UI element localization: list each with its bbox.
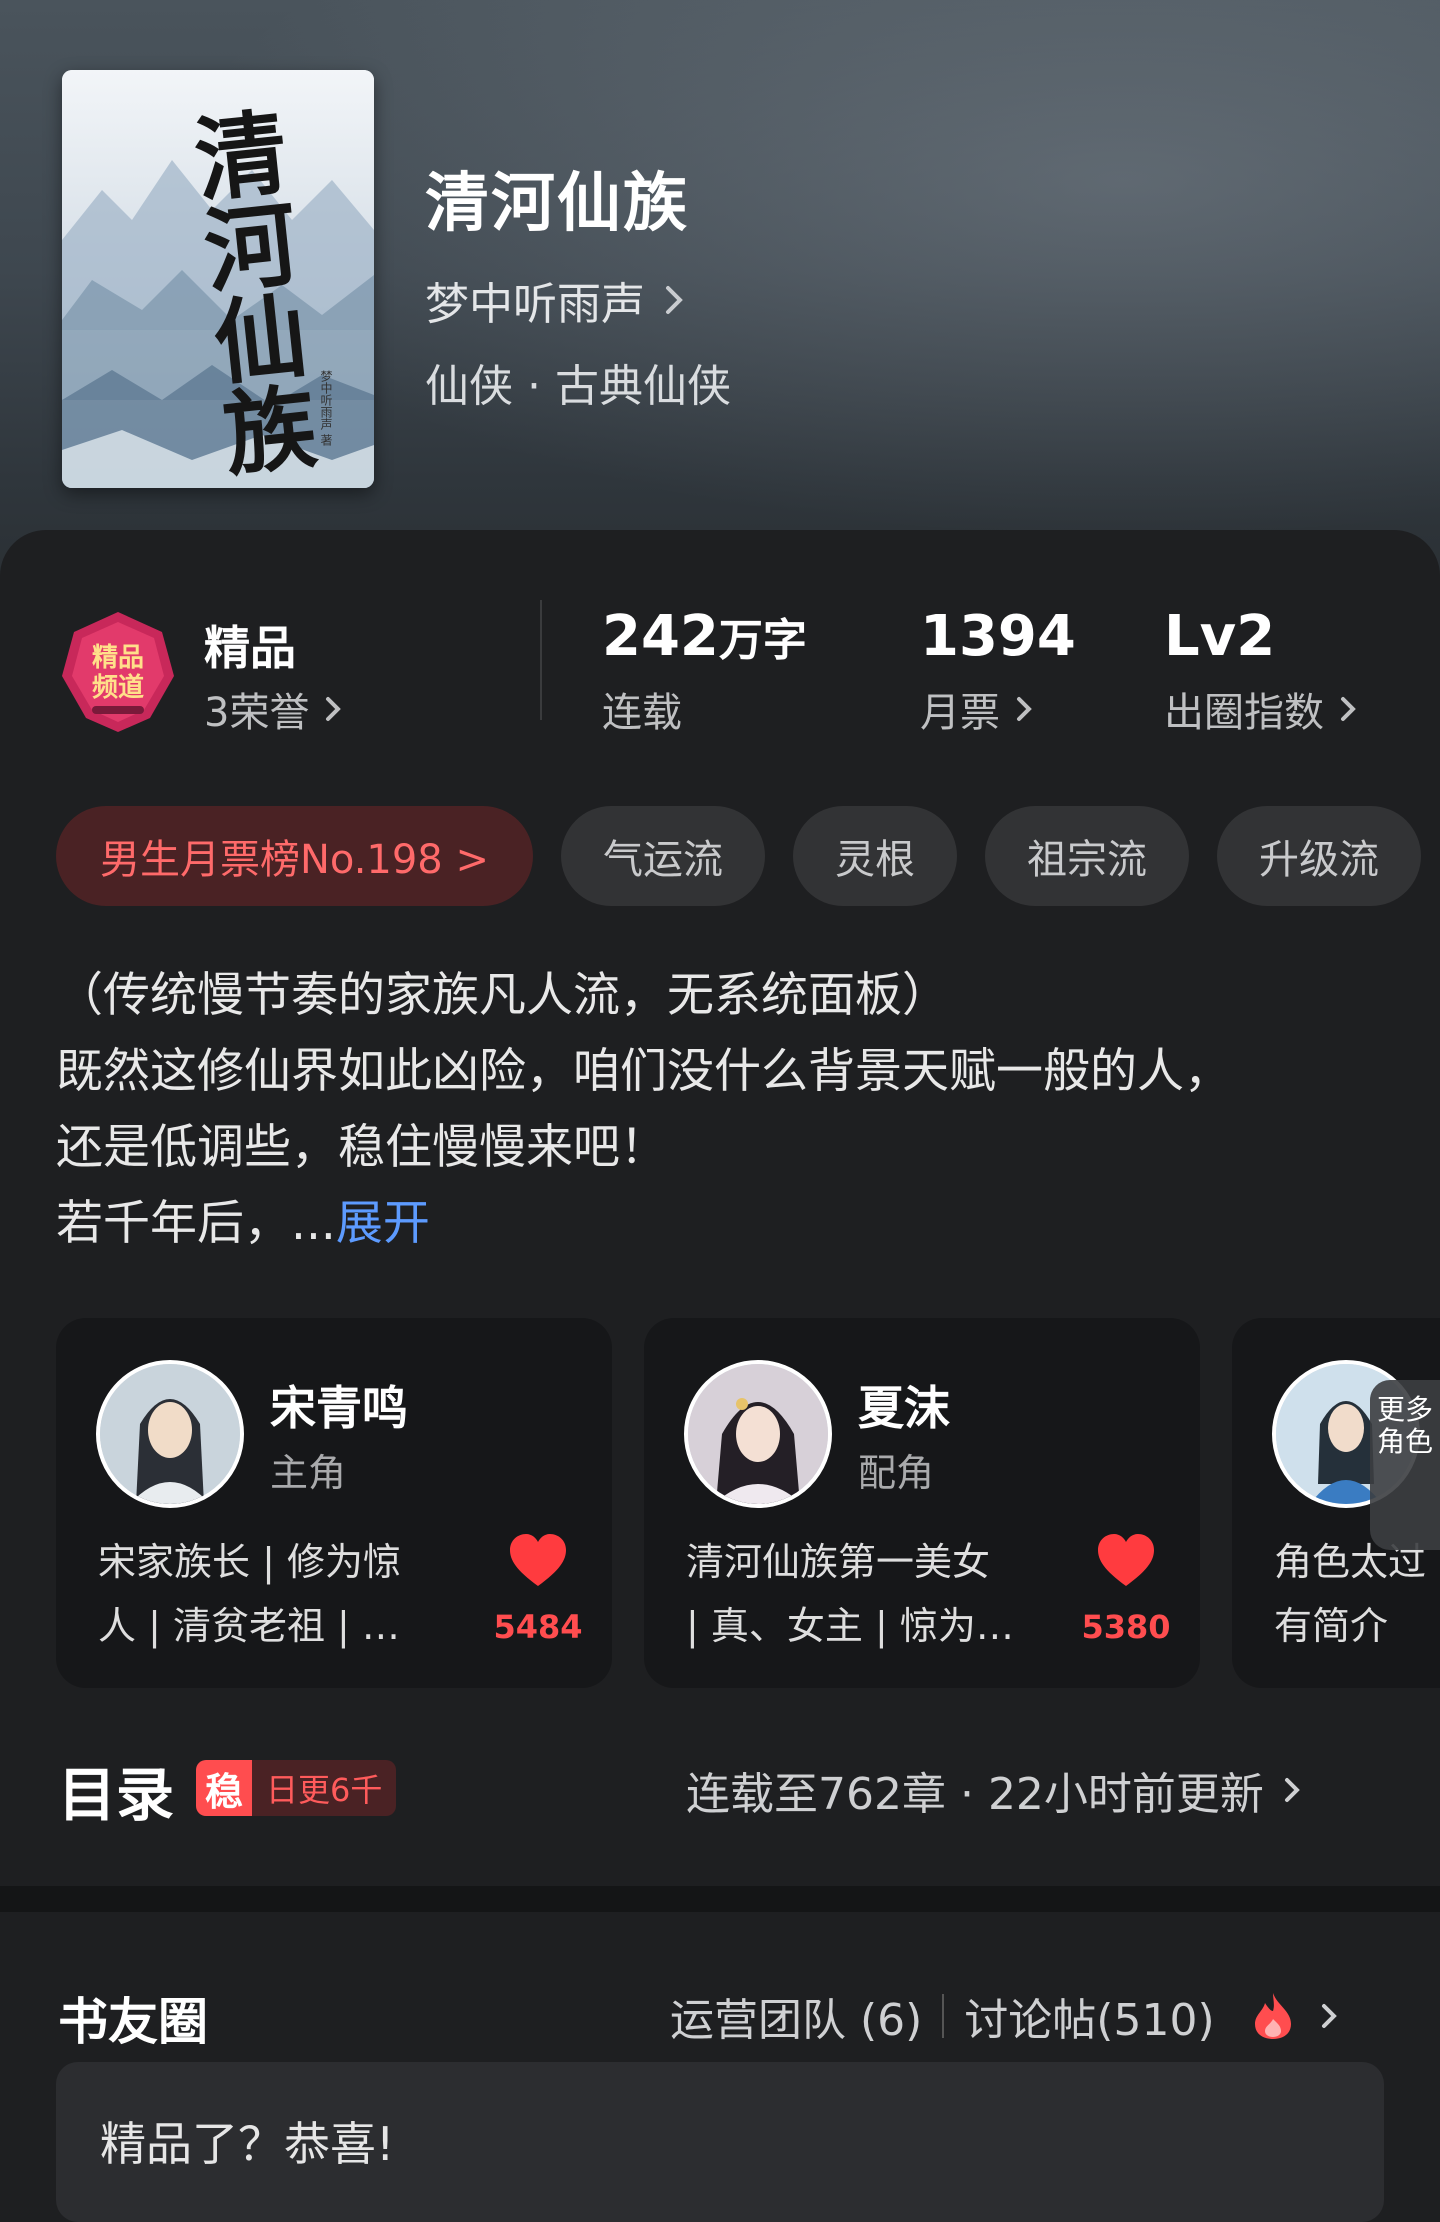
tag-shengjiliu[interactable]: 升级流 [1216, 806, 1421, 906]
character-avatar [684, 1360, 832, 1508]
like-count: 5484 [493, 1608, 583, 1646]
chevron-right-icon[interactable] [1315, 1998, 1345, 2034]
synopsis-last-line: 若千年后，...展开 [56, 1186, 1396, 1262]
level-value: Lv2 [1164, 604, 1276, 669]
character-description: 清河仙族第一美女 | 真、女主 | 惊为… [686, 1530, 1056, 1658]
tag-strip: 男生月票榜No.198 > 气运流 灵根 祖宗流 升级流 [0, 806, 1440, 906]
word-count-value: 242 [602, 604, 719, 669]
chevron-right-icon [1017, 697, 1032, 721]
popularity-index-link[interactable]: 出圈指数 [1164, 680, 1364, 738]
word-count: 242万字 [602, 604, 807, 669]
serial-status: 连载 [602, 690, 682, 736]
chevron-right-icon [326, 697, 342, 721]
stable-label: 稳 [196, 1760, 252, 1816]
synopsis-line: 还是低调些，稳住慢慢来吧！ [56, 1120, 667, 1175]
honors-count: 3荣誉 [204, 690, 310, 736]
popularity-index-label: 出圈指数 [1164, 690, 1324, 736]
expand-link[interactable]: 展开 [336, 1196, 430, 1251]
svg-text:频道: 频道 [92, 672, 144, 703]
character-card[interactable]: 宋青鸣 主角 宋家族长 | 修为惊 人 | 清贫老祖 | … 5484 [56, 1318, 612, 1688]
monthly-votes-label: 月票 [920, 690, 1000, 736]
latest-post-text: 精品了？恭喜! [100, 2117, 395, 2171]
author-link[interactable]: 梦中听雨声 [425, 268, 689, 332]
character-name: 宋青鸣 [270, 1381, 408, 1435]
quality-badge-icon: 精品 频道 [58, 610, 178, 734]
character-desc-line: 清河仙族第一美女 [686, 1540, 991, 1584]
book-circle-title: 书友圈 [58, 1993, 208, 2051]
character-desc-line: | 真、女主 | 惊为… [686, 1604, 1014, 1648]
ops-team-link[interactable]: 运营团队 (6) [670, 1984, 922, 2048]
tag-qiyunliu[interactable]: 气运流 [560, 806, 765, 906]
character-desc-line: 宋家族长 | 修为惊 [98, 1540, 401, 1584]
catalog-title[interactable]: 目录 [58, 1748, 174, 1832]
more-roles-button[interactable]: 更多角色 [1370, 1380, 1440, 1550]
catalog-status: 连载至762章 · 22小时前更新 [686, 1769, 1264, 1820]
like-count: 5380 [1081, 1608, 1171, 1646]
ranking-tag[interactable]: 男生月票榜No.198 > [56, 806, 533, 906]
svg-text:精品: 精品 [92, 643, 144, 673]
chevron-right-icon [1284, 1778, 1300, 1802]
character-carousel: 宋青鸣 主角 宋家族长 | 修为惊 人 | 清贫老祖 | … 5484 夏沫 配… [0, 1318, 1440, 1690]
update-badge: 稳 日更6千 [196, 1760, 397, 1816]
synopsis-truncated: 若千年后，... [56, 1196, 336, 1251]
chevron-right-icon [1341, 697, 1356, 721]
synopsis: （传统慢节奏的家族凡人流，无系统面板） 既然这修仙界如此凶险，咱们没什么背景天赋… [56, 958, 1396, 1262]
character-name: 夏沫 [858, 1381, 950, 1435]
book-title: 清河仙族 [425, 166, 689, 241]
monthly-votes-value: 1394 [920, 604, 1076, 669]
character-avatar [96, 1360, 244, 1508]
monthly-votes-link[interactable]: 月票 [920, 680, 1040, 738]
flame-icon [1254, 1993, 1291, 2039]
character-desc-line: 有简介 [1274, 1604, 1389, 1648]
update-frequency: 日更6千 [252, 1760, 397, 1816]
tag-zuzongliu[interactable]: 祖宗流 [984, 806, 1189, 906]
word-count-unit: 万字 [718, 615, 807, 666]
chevron-right-icon [666, 286, 683, 314]
character-role: 主角 [270, 1451, 347, 1495]
quality-label: 精品 [204, 621, 296, 675]
synopsis-line: （传统慢节奏的家族凡人流，无系统面板） [56, 968, 949, 1023]
stats-divider [540, 600, 542, 720]
book-cover[interactable]: 清河仙族 梦中听雨声 著 [62, 70, 374, 488]
character-description: 宋家族长 | 修为惊 人 | 清贫老祖 | … [98, 1530, 468, 1658]
heart-icon[interactable] [1094, 1530, 1158, 1594]
heart-icon[interactable] [506, 1530, 570, 1594]
genre-label: 仙侠 · 古典仙侠 [425, 361, 731, 412]
section-divider [0, 1886, 1440, 1912]
catalog-link[interactable]: 连载至762章 · 22小时前更新 [686, 1758, 1308, 1822]
book-circle-links: 运营团队 (6) 讨论帖(510) [670, 1984, 1345, 2048]
tag-linggen[interactable]: 灵根 [792, 806, 957, 906]
character-card[interactable]: 夏沫 配角 清河仙族第一美女 | 真、女主 | 惊为… 5380 [644, 1318, 1200, 1688]
cover-author: 梦中听雨声 著 [319, 370, 333, 446]
honors-link[interactable]: 3荣誉 [204, 680, 349, 738]
character-desc-line: 人 | 清贫老祖 | … [98, 1604, 400, 1648]
link-divider [942, 1994, 945, 2038]
author-name: 梦中听雨声 [425, 279, 645, 330]
character-role: 配角 [858, 1451, 935, 1495]
discussion-posts-link[interactable]: 讨论帖(510) [964, 1984, 1214, 2048]
synopsis-line: 既然这修仙界如此凶险，咱们没什么背景天赋一般的人， [56, 1044, 1231, 1099]
